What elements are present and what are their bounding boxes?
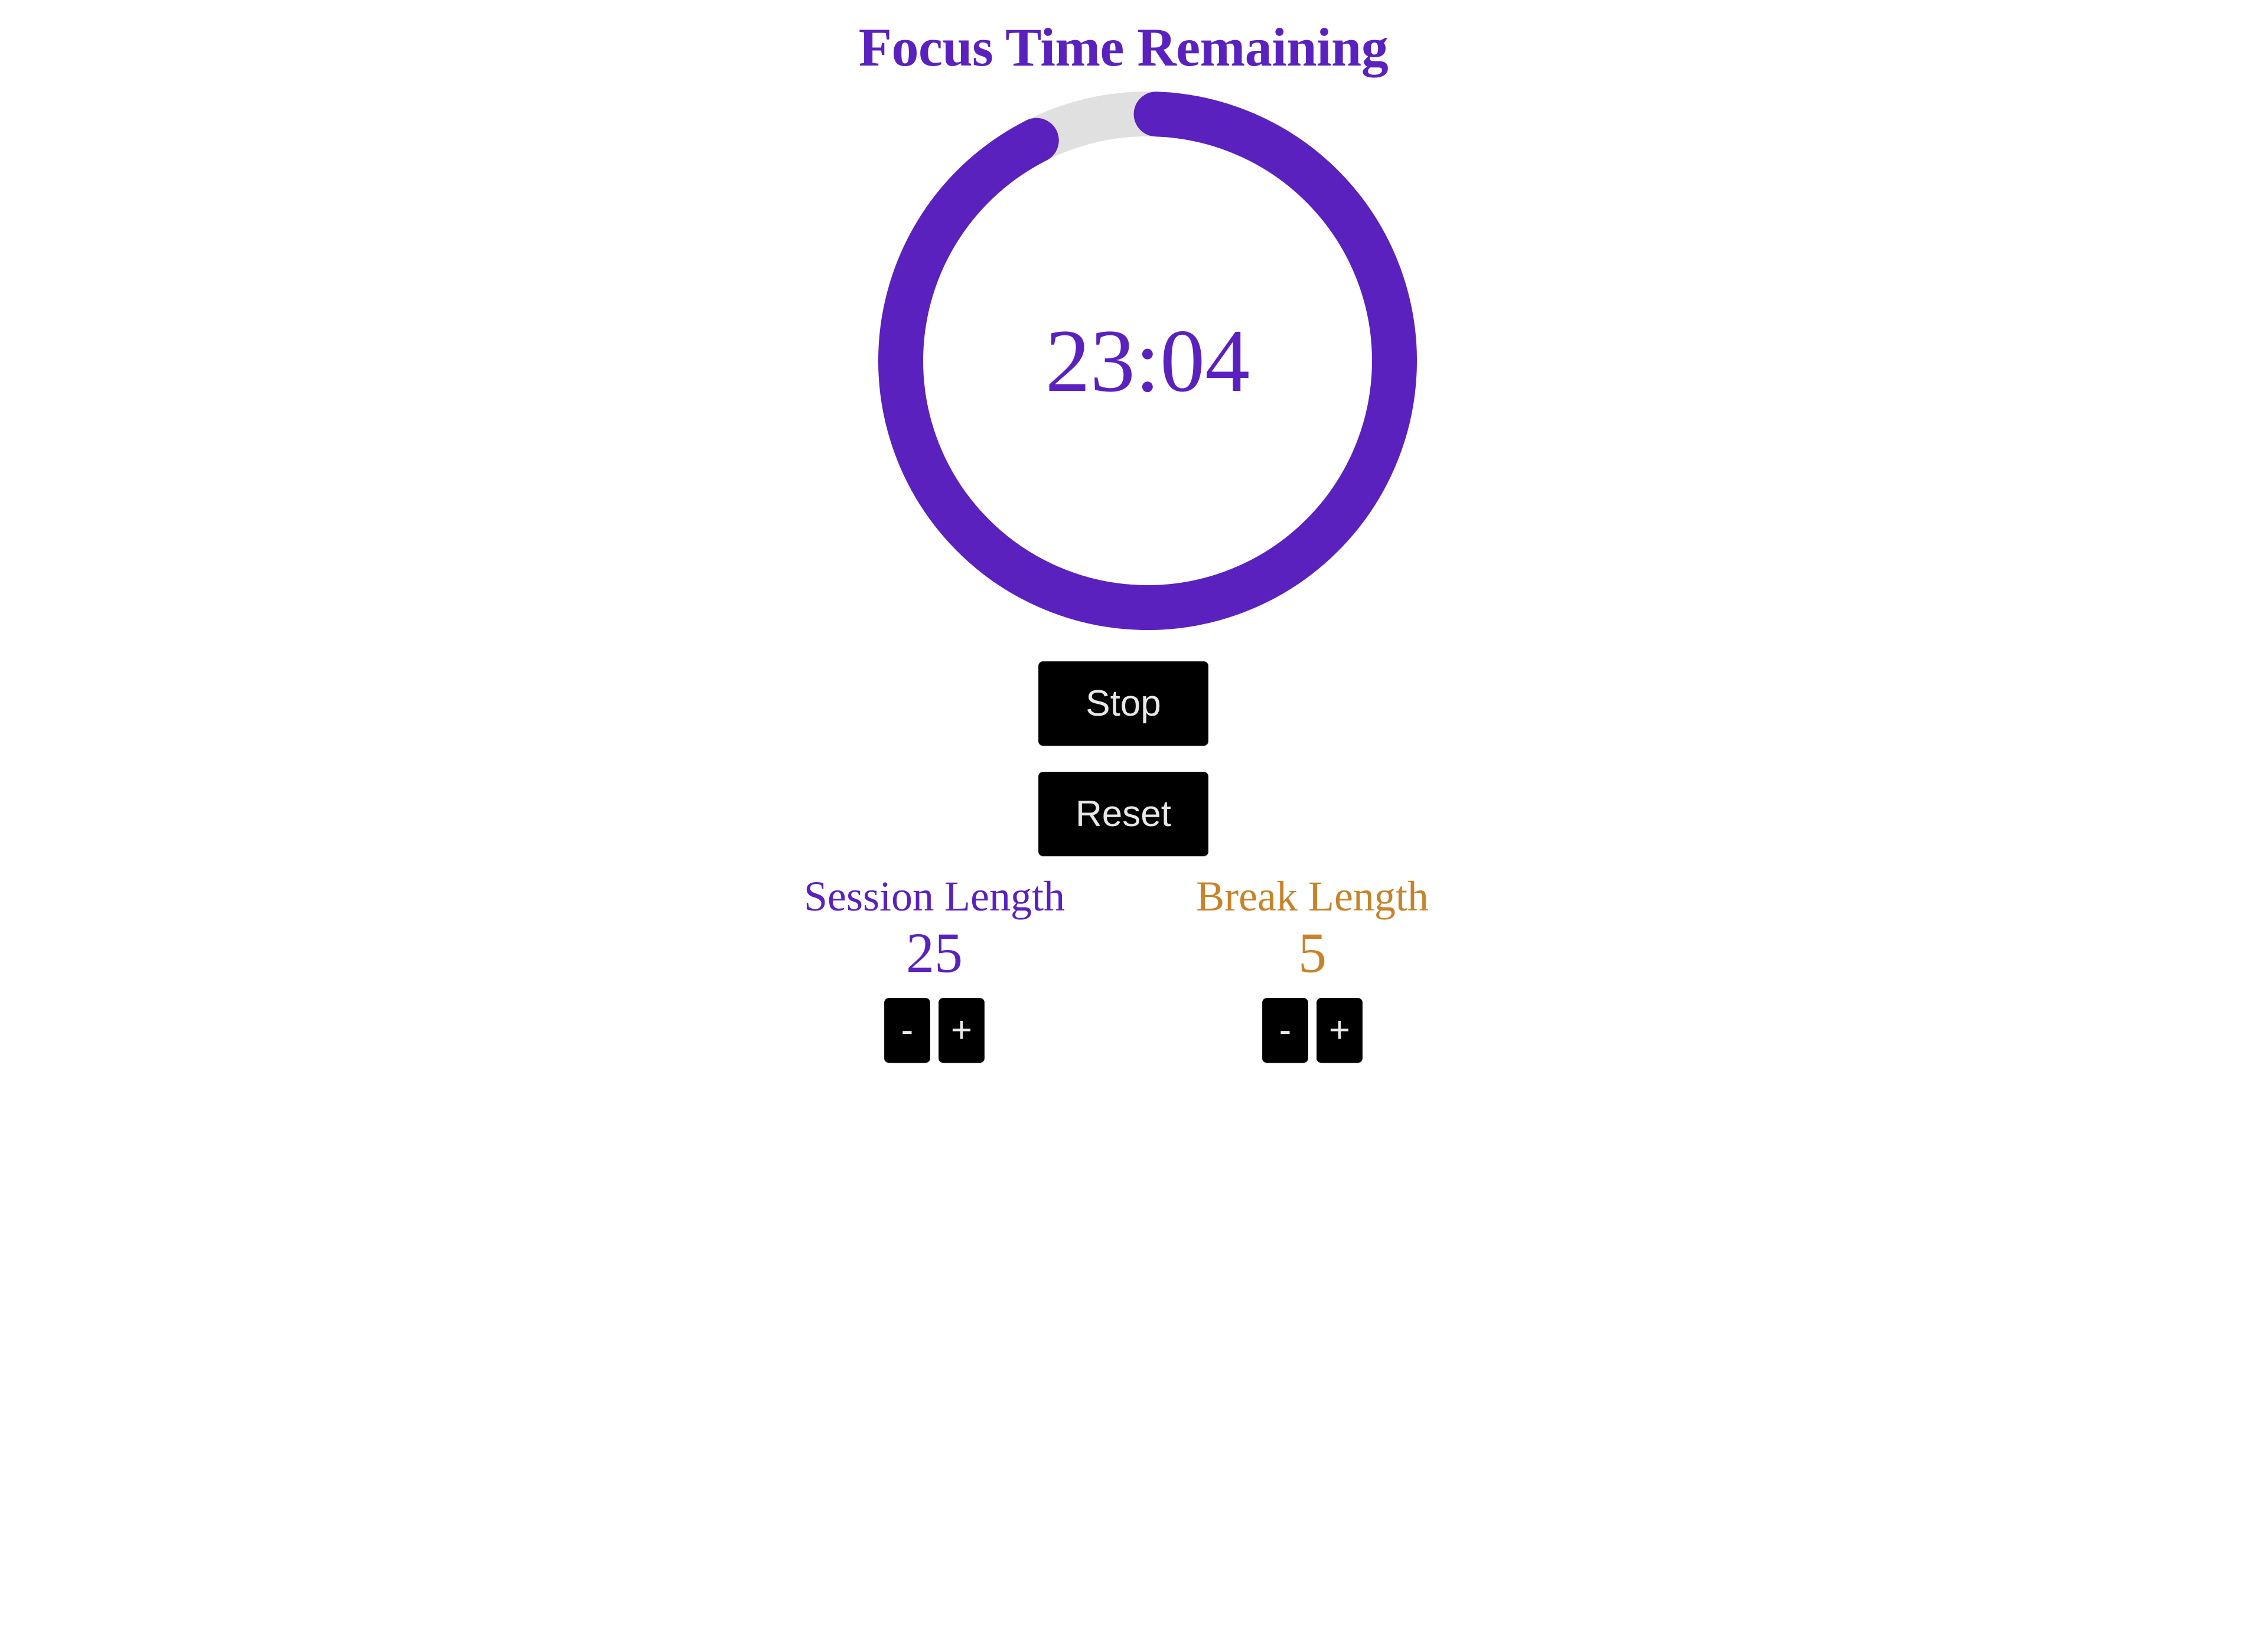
break-length-stepper: - +	[1262, 997, 1363, 1063]
break-decrement-button[interactable]: -	[1262, 997, 1308, 1063]
session-increment-button[interactable]: +	[939, 997, 985, 1063]
pomodoro-app: Focus Time Remaining 23:04 Stop Reset Se…	[0, 0, 2268, 1635]
timer-ring: 23:04	[878, 92, 1417, 630]
session-length-stepper: - +	[884, 997, 985, 1063]
break-length-value: 5	[1298, 921, 1327, 985]
reset-button[interactable]: Reset	[1038, 772, 1208, 856]
session-length-label: Session Length	[804, 873, 1065, 920]
break-length-label: Break Length	[1196, 873, 1429, 920]
countdown-display: 23:04	[1045, 311, 1250, 410]
stop-button[interactable]: Stop	[1038, 661, 1208, 746]
page-title: Focus Time Remaining	[858, 17, 1389, 77]
timer-controls: Stop Reset	[0, 661, 2257, 856]
break-length-block: Break Length 5 - +	[1159, 874, 1466, 1063]
session-decrement-button[interactable]: -	[884, 997, 930, 1063]
length-settings: Session Length 25 - + Break Length 5 - +	[0, 874, 2257, 1063]
session-length-value: 25	[906, 921, 963, 985]
session-length-block: Session Length 25 - +	[781, 874, 1088, 1063]
break-increment-button[interactable]: +	[1317, 997, 1363, 1063]
